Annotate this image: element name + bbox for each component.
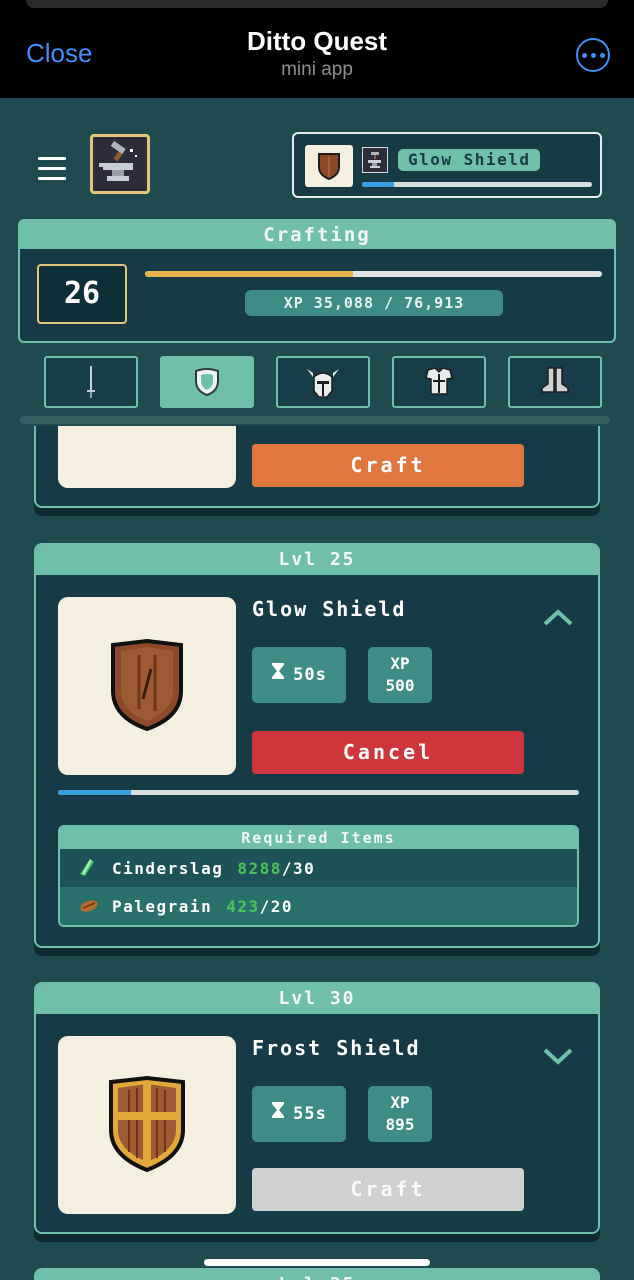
status-notch <box>26 0 608 8</box>
telegram-header: Close Ditto Quest mini app <box>0 0 634 98</box>
craft-time: 55s <box>252 1086 346 1142</box>
craft-time-value: 55s <box>293 1104 327 1124</box>
anvil-icon <box>99 141 137 181</box>
xp-value: 895 <box>385 1115 415 1134</box>
shield-icon <box>111 639 183 732</box>
crafting-skill-icon[interactable] <box>90 134 150 194</box>
craft-button-disabled[interactable]: Craft <box>252 1168 524 1211</box>
skill-xp-text: XP 35,088 / 76,913 <box>245 290 503 316</box>
shield-icon <box>195 368 219 397</box>
current-craft-card[interactable]: Glow Shield <box>292 132 602 198</box>
category-tabs <box>44 356 602 408</box>
item-image <box>58 426 236 488</box>
home-indicator <box>204 1259 430 1266</box>
skill-xp-bar <box>145 271 602 277</box>
xp-value: 500 <box>385 676 415 695</box>
shield-icon <box>109 1076 185 1173</box>
shield-icon <box>318 153 340 181</box>
armor-icon <box>425 367 453 395</box>
required-items-title: Required Items <box>60 827 577 849</box>
recipe-card: Craft <box>34 426 600 508</box>
tab-armor[interactable] <box>392 356 486 408</box>
craft-xp: XP 895 <box>368 1086 432 1142</box>
progress-fill <box>58 790 131 795</box>
tab-shields[interactable] <box>160 356 254 408</box>
hourglass-icon <box>271 647 285 703</box>
item-image <box>58 597 236 775</box>
menu-line <box>38 177 66 180</box>
xp-label: XP <box>390 654 410 673</box>
item-name: Cinderslag <box>112 858 224 878</box>
craft-xp: XP 500 <box>368 647 432 703</box>
recipe-list[interactable]: Craft Lvl 25 Glow Shield 50s XP 500 Canc… <box>0 426 634 1280</box>
current-item-thumbnail <box>305 145 353 187</box>
xp-label: XP <box>390 1093 410 1112</box>
shard-icon <box>78 858 112 878</box>
item-needed: /30 <box>281 858 316 878</box>
hourglass-icon <box>271 1086 285 1142</box>
dot-icon <box>581 52 587 58</box>
dot-icon <box>599 52 605 58</box>
skill-level: 26 <box>37 264 127 324</box>
menu-line <box>38 157 66 160</box>
current-craft-name: Glow Shield <box>398 149 541 171</box>
menu-button[interactable] <box>38 157 66 181</box>
item-owned: 8288 <box>237 858 282 878</box>
item-needed: /20 <box>259 896 294 916</box>
required-item-row: Palegrain 423/20 <box>60 887 577 925</box>
current-craft-progress <box>362 182 592 187</box>
recipe-card: Lvl 35 <box>34 1268 600 1280</box>
cancel-button[interactable]: Cancel <box>252 731 524 774</box>
skill-panel: Crafting 26 XP 35,088 / 76,913 <box>18 219 616 343</box>
tab-boots[interactable] <box>508 356 602 408</box>
tab-weapons[interactable] <box>44 356 138 408</box>
recipe-level: Lvl 35 <box>36 1270 598 1280</box>
tab-helmets[interactable] <box>276 356 370 408</box>
app-subtitle: mini app <box>281 59 353 80</box>
menu-line <box>38 167 66 170</box>
skill-name: Crafting <box>20 221 614 249</box>
recipe-name: Glow Shield <box>252 597 407 621</box>
helmet-icon <box>307 369 339 398</box>
required-items: Required Items Cinderslag 8288/30 Palegr… <box>58 825 579 927</box>
item-name: Palegrain <box>112 896 213 916</box>
progress-fill <box>362 182 395 187</box>
collapse-chevron-icon[interactable] <box>542 607 574 631</box>
craft-time-value: 50s <box>293 665 327 685</box>
required-item-row: Cinderslag 8288/30 <box>60 849 577 887</box>
item-image <box>58 1036 236 1214</box>
app-title: Ditto Quest <box>246 26 388 56</box>
tabs-divider <box>20 416 610 424</box>
item-owned: 423 <box>226 896 260 916</box>
expand-chevron-icon[interactable] <box>542 1046 574 1070</box>
craft-progress-bar <box>58 790 579 795</box>
craft-time: 50s <box>252 647 346 703</box>
anvil-icon <box>362 147 388 173</box>
recipe-name: Frost Shield <box>252 1036 421 1060</box>
boots-icon <box>541 367 569 393</box>
recipe-level: Lvl 30 <box>36 984 598 1014</box>
recipe-card-glow-shield: Lvl 25 Glow Shield 50s XP 500 Cancel Req… <box>34 543 600 948</box>
craft-button[interactable]: Craft <box>252 444 524 487</box>
recipe-card-frost-shield: Lvl 30 Frost Shield 55s XP 895 Craft <box>34 982 600 1234</box>
dot-icon <box>590 52 596 58</box>
recipe-level: Lvl 25 <box>36 545 598 575</box>
grain-icon <box>78 899 112 913</box>
xp-fill <box>145 271 354 277</box>
more-options-button[interactable] <box>576 38 610 72</box>
sword-icon <box>87 366 95 398</box>
